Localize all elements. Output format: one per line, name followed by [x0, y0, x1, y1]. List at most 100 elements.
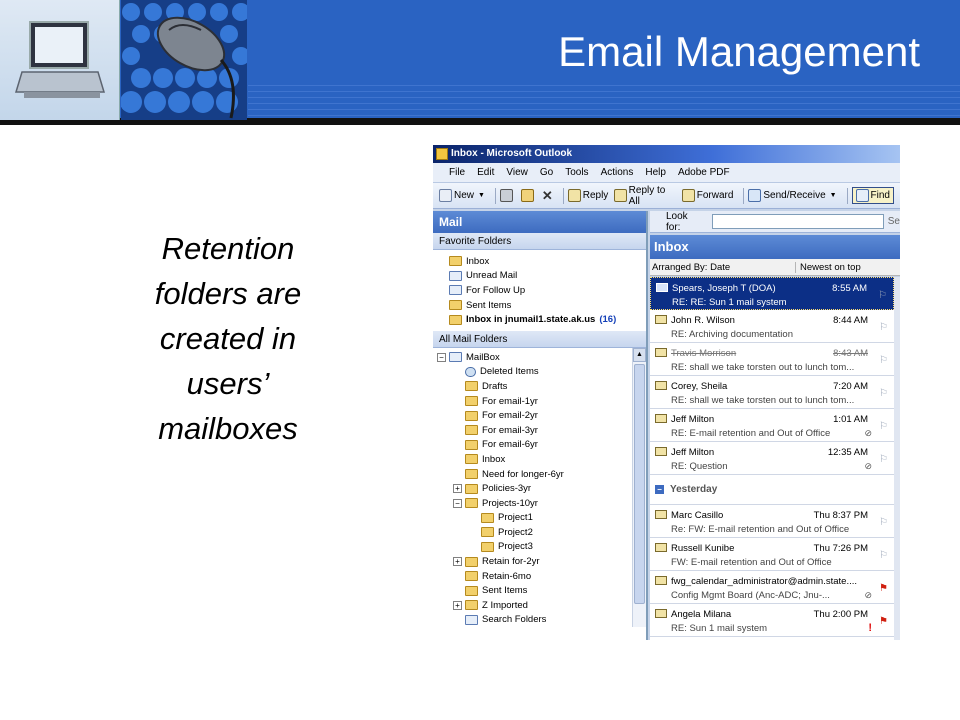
folder-item[interactable]: For email-3yr — [433, 423, 646, 438]
folder-item[interactable]: Project1 — [433, 511, 646, 526]
reply-all-button-label: Reply to All — [628, 184, 666, 207]
folder-tree-scrollbar[interactable]: ▲ — [632, 347, 646, 628]
flag-icon[interactable]: ⚐ — [878, 290, 887, 301]
menu-tools[interactable]: Tools — [565, 167, 588, 178]
collapse-icon[interactable]: − — [655, 485, 664, 494]
folder-item[interactable]: For email-2yr — [433, 408, 646, 423]
menu-adobe-pdf[interactable]: Adobe PDF — [678, 167, 730, 178]
folder-item[interactable]: Project3 — [433, 540, 646, 555]
favorite-inbox-server[interactable]: Inbox in jnumail1.state.ak.us (16) — [449, 312, 646, 327]
folder-item[interactable]: + Z Imported — [433, 598, 646, 613]
reply-button[interactable]: Reply — [567, 189, 608, 202]
message-row[interactable]: Russell Kunibe Thu 7:26 PM FW: E-mail ret… — [650, 538, 894, 571]
look-for-input[interactable] — [711, 214, 884, 229]
favorite-folders-list: Inbox Unread Mail For Follow Up Sent Ite… — [433, 250, 646, 331]
menu-help[interactable]: Help — [645, 167, 666, 178]
find-button[interactable]: Find — [851, 187, 894, 204]
red-flag-icon[interactable]: ⚑ — [879, 616, 888, 627]
message-row[interactable]: Spears, Joseph T (DOA) 8:55 AM RE: RE: Su… — [650, 277, 894, 310]
search-in-label[interactable]: Se — [888, 216, 900, 227]
flag-icon[interactable]: ⚐ — [879, 355, 888, 366]
menu-edit[interactable]: Edit — [477, 167, 494, 178]
flag-icon[interactable]: ⚐ — [879, 454, 888, 465]
message-row[interactable]: fwg_calendar_administrator@admin.state..… — [650, 571, 894, 604]
folder-item[interactable]: Inbox — [433, 452, 646, 467]
menu-actions[interactable]: Actions — [601, 167, 634, 178]
expand-icon[interactable]: + — [453, 600, 462, 610]
folder-item[interactable]: Retain-6mo — [433, 569, 646, 584]
folder-label: Unread Mail — [466, 270, 518, 282]
favorite-folders-header[interactable]: Favorite Folders — [433, 233, 646, 250]
flag-icon[interactable]: ⚐ — [879, 322, 888, 333]
folder-item[interactable]: Search Folders — [433, 613, 646, 628]
move-button[interactable] — [520, 189, 536, 202]
folder-label: Project2 — [498, 526, 533, 538]
message-time: 8:55 AM — [832, 282, 867, 294]
favorite-unread-mail[interactable]: Unread Mail — [449, 269, 646, 284]
folder-item[interactable]: + Retain for-2yr — [433, 554, 646, 569]
folder-label: For Follow Up — [466, 284, 526, 296]
folder-icon — [465, 425, 478, 436]
print-button[interactable] — [499, 189, 515, 202]
forward-button[interactable]: Forward — [681, 189, 734, 202]
folder-icon — [465, 483, 478, 494]
flag-icon[interactable]: ⚐ — [879, 388, 888, 399]
send-receive-button[interactable]: Send/Receive ▼ — [748, 189, 837, 202]
sort-order-button[interactable]: Newest on top — [796, 262, 861, 273]
message-list-scrollbar[interactable] — [894, 277, 900, 640]
message-subject: Config Mgmt Board (Anc-ADC; Jnu-... — [671, 589, 830, 601]
menu-file[interactable]: File — [449, 167, 465, 178]
message-row[interactable]: John R. Wilson 8:44 AM RE: Archiving docu… — [650, 310, 894, 343]
delete-icon: ✕ — [541, 187, 553, 203]
favorite-for-follow-up[interactable]: For Follow Up — [449, 283, 646, 298]
collapse-icon[interactable]: − — [437, 352, 446, 362]
print-icon — [499, 189, 513, 202]
flag-icon[interactable]: ⚐ — [879, 550, 888, 561]
folder-label: Z Imported — [482, 599, 528, 611]
new-button[interactable]: New ▼ — [439, 189, 485, 202]
forward-button-label: Forward — [696, 190, 734, 201]
meeting-request-icon — [655, 576, 667, 585]
message-row[interactable]: Angela Milana Thu 2:00 PM RE: Sun 1 mail … — [650, 604, 894, 637]
message-row[interactable]: Jeff Milton 1:01 AM RE: E-mail retention … — [650, 409, 894, 442]
flag-icon[interactable]: ⚐ — [879, 421, 888, 432]
menu-view[interactable]: View — [506, 167, 528, 178]
message-row[interactable]: Travis Morrison 8:43 AM RE: shall we take… — [650, 343, 894, 376]
folder-item[interactable]: Sent Items — [433, 583, 646, 598]
folder-item[interactable]: Drafts — [433, 379, 646, 394]
folder-item[interactable]: − Projects-10yr — [433, 496, 646, 511]
folder-icon — [465, 600, 478, 611]
chevron-down-icon[interactable]: ▼ — [478, 192, 485, 199]
collapse-icon[interactable]: − — [453, 498, 462, 508]
all-mail-folders-header[interactable]: All Mail Folders — [433, 330, 646, 348]
folder-item[interactable]: Project2 — [433, 525, 646, 540]
favorite-sent-items[interactable]: Sent Items — [449, 298, 646, 313]
scroll-up-icon[interactable]: ▲ — [633, 347, 646, 362]
folder-item[interactable]: + Policies-3yr — [433, 481, 646, 496]
delete-button[interactable]: ✕ — [542, 188, 553, 204]
folder-icon — [465, 571, 478, 582]
chevron-down-icon[interactable]: ▼ — [830, 192, 837, 199]
folder-mailbox[interactable]: − MailBox — [433, 350, 646, 365]
message-row[interactable]: Marc Casillo Thu 8:37 PM Re: FW: E-mail r… — [650, 505, 894, 538]
arranged-by-button[interactable]: Arranged By: Date — [650, 261, 796, 273]
message-row[interactable]: Corey, Sheila 7:20 AM RE: shall we take t… — [650, 376, 894, 409]
folder-label: Retain for-2yr — [482, 556, 540, 568]
folder-item[interactable]: For email-6yr — [433, 438, 646, 453]
folder-item[interactable]: Deleted Items — [433, 365, 646, 380]
red-flag-icon[interactable]: ⚑ — [879, 583, 888, 594]
favorite-inbox[interactable]: Inbox — [449, 254, 646, 269]
folder-item[interactable]: Need for longer-6yr — [433, 467, 646, 482]
flag-icon[interactable]: ⚐ — [879, 517, 888, 528]
message-sender: Russell Kunibe — [671, 542, 735, 554]
message-row[interactable]: Jeff Milton 12:35 AM RE: Question ⊘ ⚐ — [650, 442, 894, 475]
expand-icon[interactable]: + — [453, 557, 462, 567]
scrollbar-thumb[interactable] — [634, 363, 645, 604]
folder-item[interactable]: For email-1yr — [433, 394, 646, 409]
reply-all-button[interactable]: Reply to All — [614, 185, 675, 207]
menu-go[interactable]: Go — [540, 167, 553, 178]
group-header-yesterday[interactable]: − Yesterday — [650, 475, 894, 505]
folder-label: Retain-6mo — [482, 570, 532, 582]
message-sender: Jeff Milton — [671, 413, 715, 425]
expand-icon[interactable]: + — [453, 484, 462, 494]
